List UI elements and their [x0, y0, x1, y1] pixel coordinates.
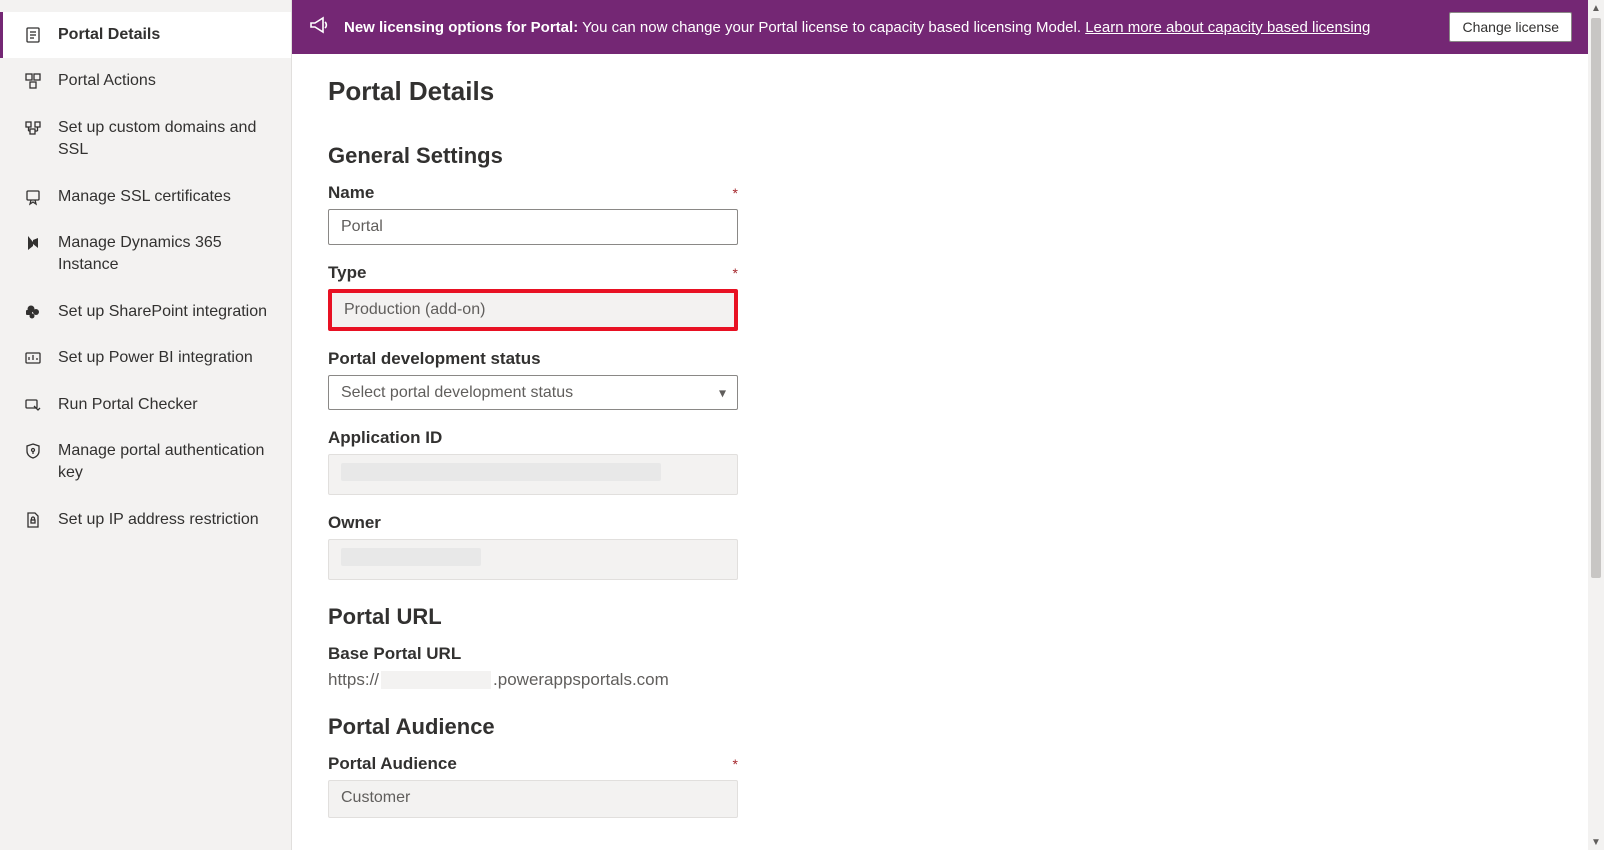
scrollbar[interactable]: ▲ ▼: [1588, 0, 1604, 850]
sidebar-item-label: Manage portal authentication key: [58, 440, 281, 485]
sidebar-item-label: Portal Details: [58, 24, 281, 46]
scroll-up-icon[interactable]: ▲: [1588, 0, 1604, 16]
portal-url-heading: Portal URL: [328, 604, 1552, 630]
status-field-group: Portal development status Select portal …: [328, 349, 738, 410]
url-prefix: https://: [328, 670, 379, 690]
audience-field-group: Portal Audience * Customer: [328, 754, 738, 818]
banner-text: New licensing options for Portal: You ca…: [344, 19, 1449, 36]
name-label: Name: [328, 183, 374, 203]
audience-label: Portal Audience: [328, 754, 457, 774]
owner-label: Owner: [328, 513, 381, 533]
sidebar-item-portal-checker[interactable]: Run Portal Checker: [0, 382, 291, 428]
owner-field-group: Owner: [328, 513, 738, 580]
actions-icon: [22, 70, 44, 92]
audience-value: Customer: [328, 780, 738, 818]
type-value: Production (add-on): [328, 289, 738, 331]
redacted-content: [341, 548, 481, 566]
sidebar: Portal Details Portal Actions Set up cus…: [0, 0, 292, 850]
dynamics-icon: [22, 232, 44, 254]
status-select[interactable]: Select portal development status: [328, 375, 738, 410]
required-indicator: *: [733, 265, 738, 281]
type-field-group: Type * Production (add-on): [328, 263, 738, 331]
sidebar-item-label: Portal Actions: [58, 70, 281, 92]
licensing-banner: New licensing options for Portal: You ca…: [292, 0, 1588, 54]
sidebar-item-ip-restriction[interactable]: Set up IP address restriction: [0, 497, 291, 543]
document-icon: [22, 24, 44, 46]
sidebar-item-label: Manage SSL certificates: [58, 186, 281, 208]
sidebar-item-label: Set up IP address restriction: [58, 509, 281, 531]
required-indicator: *: [733, 756, 738, 772]
sidebar-item-auth-key[interactable]: Manage portal authentication key: [0, 428, 291, 497]
type-label: Type: [328, 263, 366, 283]
name-input[interactable]: [328, 209, 738, 245]
banner-body: You can now change your Portal license t…: [582, 19, 1081, 36]
sidebar-item-label: Set up custom domains and SSL: [58, 117, 281, 162]
owner-value: [328, 539, 738, 580]
shield-icon: [22, 440, 44, 462]
sidebar-item-powerbi[interactable]: Set up Power BI integration: [0, 335, 291, 381]
base-url-value: https:// .powerappsportals.com: [328, 670, 738, 690]
appid-field-group: Application ID: [328, 428, 738, 495]
sidebar-item-label: Manage Dynamics 365 Instance: [58, 232, 281, 277]
sidebar-item-portal-actions[interactable]: Portal Actions: [0, 58, 291, 104]
status-label: Portal development status: [328, 349, 541, 369]
required-indicator: *: [733, 185, 738, 201]
chart-icon: [22, 347, 44, 369]
content-area: Portal Details General Settings Name * T…: [292, 54, 1588, 850]
sidebar-item-sharepoint[interactable]: Set up SharePoint integration: [0, 289, 291, 335]
sidebar-item-label: Set up Power BI integration: [58, 347, 281, 369]
lock-file-icon: [22, 509, 44, 531]
base-url-label: Base Portal URL: [328, 644, 461, 664]
sidebar-item-ssl-certificates[interactable]: Manage SSL certificates: [0, 174, 291, 220]
url-suffix: .powerappsportals.com: [493, 670, 669, 690]
banner-link[interactable]: Learn more about capacity based licensin…: [1085, 19, 1370, 36]
base-url-group: Base Portal URL https:// .powerappsporta…: [328, 644, 738, 690]
checker-icon: [22, 394, 44, 416]
sidebar-item-custom-domains[interactable]: Set up custom domains and SSL: [0, 105, 291, 174]
certificate-icon: [22, 186, 44, 208]
page-title: Portal Details: [328, 76, 1552, 107]
globe-icon: [22, 117, 44, 139]
scroll-thumb[interactable]: [1591, 18, 1601, 578]
sidebar-item-dynamics-instance[interactable]: Manage Dynamics 365 Instance: [0, 220, 291, 289]
scroll-down-icon[interactable]: ▼: [1588, 834, 1604, 850]
banner-bold: New licensing options for Portal:: [344, 19, 578, 36]
sidebar-item-label: Set up SharePoint integration: [58, 301, 281, 323]
sharepoint-icon: [22, 301, 44, 323]
megaphone-icon: [308, 14, 330, 40]
general-settings-heading: General Settings: [328, 143, 1552, 169]
appid-value: [328, 454, 738, 495]
change-license-button[interactable]: Change license: [1449, 12, 1572, 42]
redacted-content: [341, 463, 661, 481]
sidebar-item-label: Run Portal Checker: [58, 394, 281, 416]
redacted-content: [381, 671, 491, 689]
portal-audience-heading: Portal Audience: [328, 714, 1552, 740]
sidebar-item-portal-details[interactable]: Portal Details: [0, 12, 291, 58]
name-field-group: Name *: [328, 183, 738, 245]
appid-label: Application ID: [328, 428, 442, 448]
